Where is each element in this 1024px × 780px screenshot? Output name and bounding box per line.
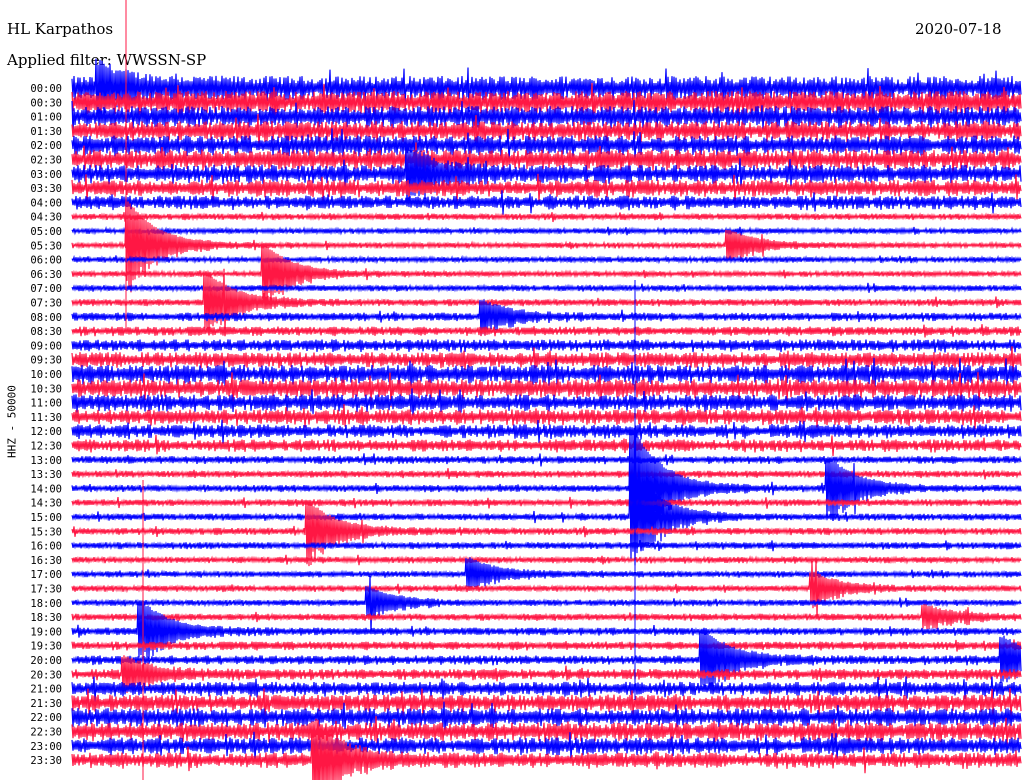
time-tick-label: 10:00 [30,369,62,381]
time-tick-label: 15:30 [30,526,62,538]
time-tick-label: 06:30 [30,269,62,281]
trace-row [71,268,1022,336]
trace-row [71,324,1022,338]
time-tick-label: 01:00 [30,112,62,124]
time-tick-label: 19:00 [30,626,62,638]
time-tick-label: 17:30 [30,584,62,596]
time-tick-label: 11:00 [30,398,62,410]
trace-row [71,559,1022,620]
trace-row [71,540,1022,552]
time-tick-label: 20:30 [30,669,62,681]
time-tick-label: 08:00 [30,312,62,324]
time-tick-label: 18:30 [30,612,62,624]
trace-row [71,468,1022,480]
trace-row [71,254,1022,265]
time-tick-label: 03:00 [30,169,62,181]
time-tick-label: 16:30 [30,555,62,567]
time-tick-label: 14:30 [30,498,62,510]
helicorder-chart: HL Karpathos 2020-07-18 Applied filter: … [0,0,1024,780]
time-tick-label: 21:30 [30,698,62,710]
trace-row [71,211,1022,223]
trace-plot: 00:00 00:30 01:00 01:30 02:00 02:30 03:00 03:30… [30,0,1022,780]
y-axis-label: HHZ - 50000 [5,385,19,458]
time-tick-label: 05:00 [30,226,62,238]
trace-row [71,554,1022,566]
time-tick-label: 07:30 [30,298,62,310]
time-tick-label: 17:00 [30,569,62,581]
time-tick-label: 22:00 [30,712,62,724]
time-tick-label: 12:00 [30,426,62,438]
time-tick-label: 20:00 [30,655,62,667]
time-tick-label: 14:00 [30,483,62,495]
trace-row [71,226,1022,236]
time-tick-label: 01:30 [30,126,62,138]
time-tick-label: 12:30 [30,441,62,453]
trace-row [71,453,1022,467]
time-tick-label: 07:00 [30,283,62,295]
time-tick-label: 11:30 [30,412,62,424]
trace-row [71,601,1022,663]
time-tick-label: 22:30 [30,727,62,739]
time-tick-label: 13:30 [30,469,62,481]
time-tick-label: 23:00 [30,741,62,753]
time-tick-label: 18:00 [30,598,62,610]
trace-row [71,501,1022,567]
time-tick-label: 09:30 [30,355,62,367]
trace-row [71,419,1022,444]
trace-row [71,434,1022,457]
time-tick-label: 08:30 [30,326,62,338]
time-tick-label: 09:00 [30,340,62,352]
trace-row [71,639,1022,652]
trace-row [71,604,1022,630]
time-tick-label: 10:30 [30,383,62,395]
time-tick-label: 16:00 [30,541,62,553]
trace-row [71,575,1022,635]
time-tick-label: 02:00 [30,140,62,152]
time-tick-label: 15:00 [30,512,62,524]
time-tick-label: 05:30 [30,240,62,252]
time-tick-label: 21:00 [30,684,62,696]
time-tick-label: 23:30 [30,755,62,767]
time-tick-label: 13:00 [30,455,62,467]
time-tick-label: 03:30 [30,183,62,195]
trace-row [71,190,1022,215]
time-tick-label: 00:30 [30,97,62,109]
time-tick-label: 00:00 [30,83,62,95]
trace-row [71,339,1022,353]
trace-row [71,496,1022,509]
time-tick-label: 02:30 [30,155,62,167]
time-tick-label: 19:30 [30,641,62,653]
time-tick-label: 04:30 [30,212,62,224]
time-tick-label: 06:00 [30,255,62,267]
time-tick-label: 04:00 [30,197,62,209]
